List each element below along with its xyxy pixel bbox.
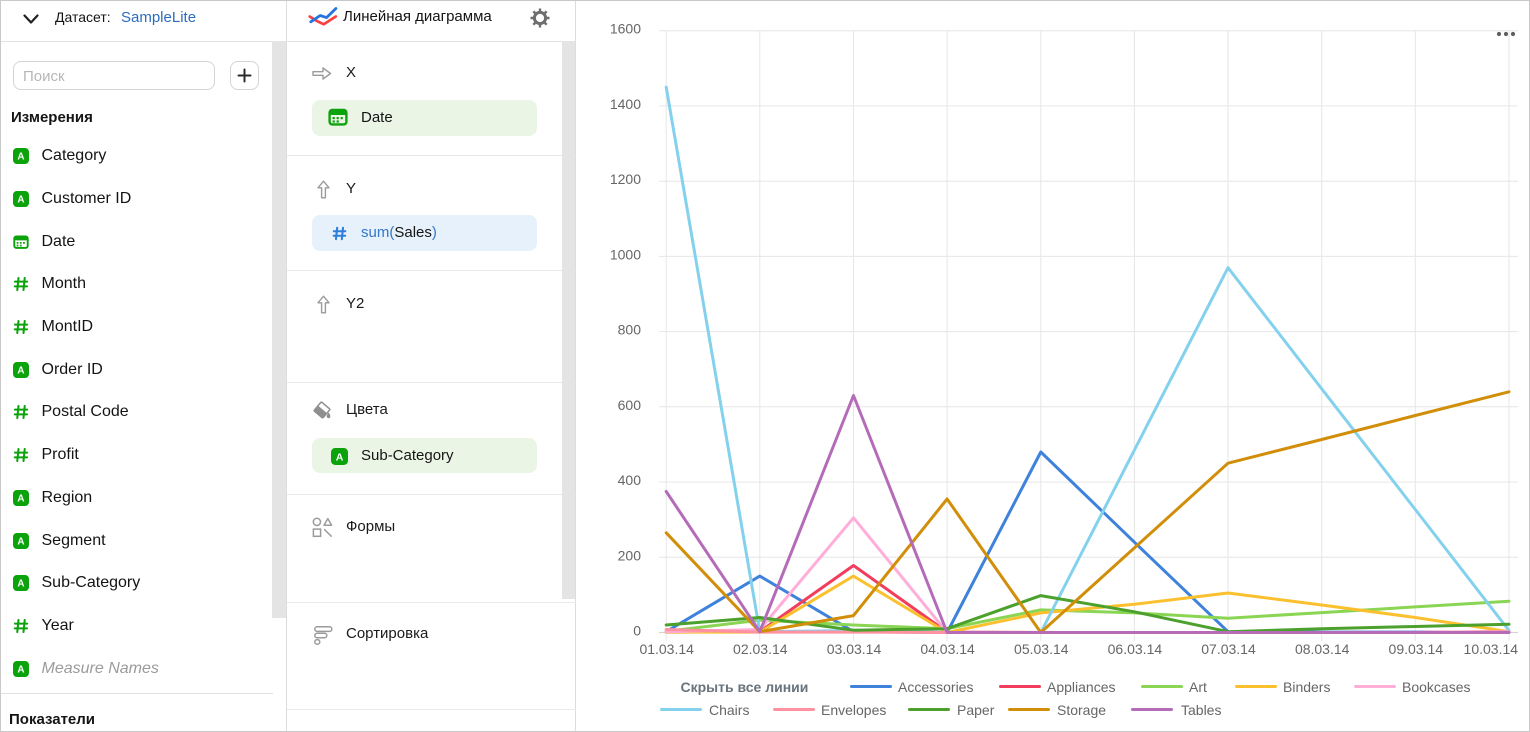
svg-text:600: 600 bbox=[618, 397, 642, 413]
svg-text:09.03.14: 09.03.14 bbox=[1389, 641, 1444, 657]
svg-text:A: A bbox=[336, 451, 344, 463]
svg-text:1400: 1400 bbox=[610, 96, 641, 112]
svg-text:A: A bbox=[17, 579, 24, 590]
svg-text:03.03.14: 03.03.14 bbox=[827, 641, 882, 657]
svg-text:08.03.14: 08.03.14 bbox=[1295, 641, 1350, 657]
svg-text:0: 0 bbox=[633, 623, 641, 639]
svg-text:A: A bbox=[17, 195, 24, 206]
svg-text:07.03.14: 07.03.14 bbox=[1201, 641, 1256, 657]
svg-text:06.03.14: 06.03.14 bbox=[1108, 641, 1163, 657]
svg-text:A: A bbox=[17, 664, 24, 675]
svg-text:1200: 1200 bbox=[610, 171, 641, 187]
svg-text:A: A bbox=[17, 536, 24, 547]
svg-text:02.03.14: 02.03.14 bbox=[733, 641, 788, 657]
svg-text:A: A bbox=[17, 152, 24, 163]
svg-text:1600: 1600 bbox=[610, 21, 641, 37]
svg-text:10.03.14: 10.03.14 bbox=[1464, 641, 1519, 657]
svg-text:A: A bbox=[17, 365, 24, 376]
svg-text:04.03.14: 04.03.14 bbox=[920, 641, 975, 657]
svg-text:200: 200 bbox=[618, 547, 642, 563]
svg-text:A: A bbox=[17, 493, 24, 504]
svg-text:05.03.14: 05.03.14 bbox=[1014, 641, 1069, 657]
svg-text:1000: 1000 bbox=[610, 246, 641, 262]
svg-text:01.03.14: 01.03.14 bbox=[639, 641, 694, 657]
svg-text:400: 400 bbox=[618, 472, 642, 488]
svg-text:800: 800 bbox=[618, 322, 642, 338]
